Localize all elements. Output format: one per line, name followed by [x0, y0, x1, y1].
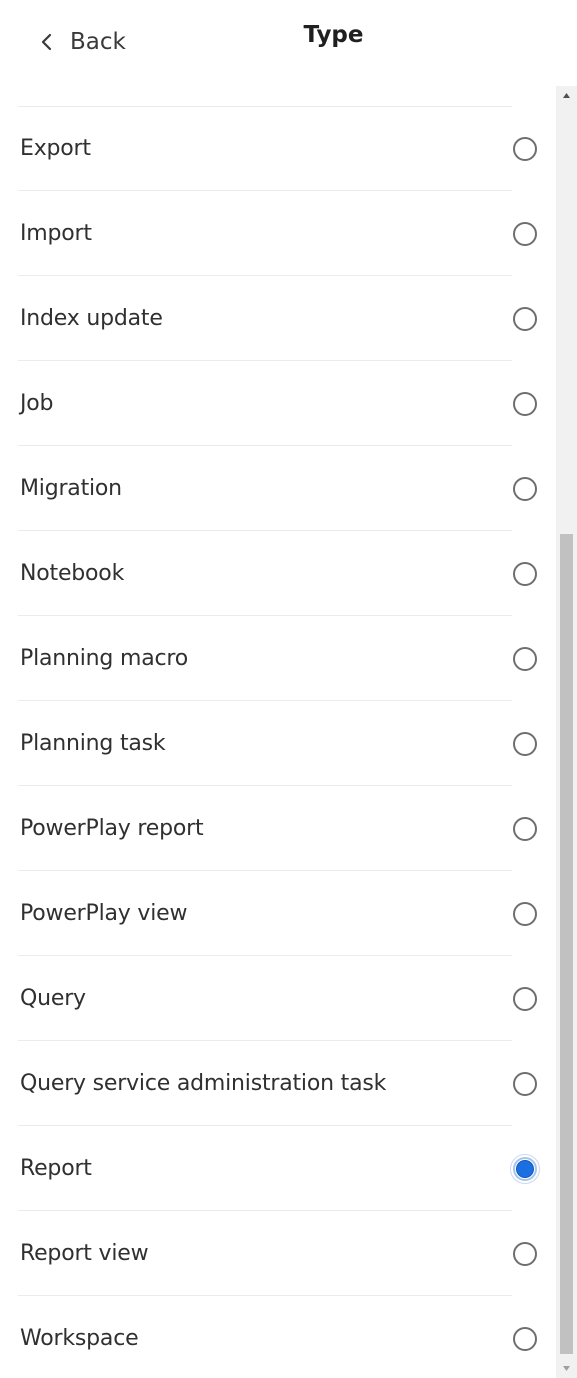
radio-button[interactable] [513, 391, 537, 416]
list-item-label: Job [20, 391, 54, 416]
list-item-label: Report [20, 1156, 92, 1181]
list-item[interactable]: Export [0, 106, 556, 191]
list-item[interactable]: Planning macro [0, 616, 556, 701]
list-item[interactable]: Report view [0, 1211, 556, 1296]
radio-button[interactable] [513, 136, 537, 161]
back-button[interactable]: Back [38, 26, 126, 58]
vertical-scrollbar[interactable] [556, 86, 577, 1378]
header: Back Type [0, 0, 577, 86]
list-item-label: Import [20, 221, 92, 246]
list-item[interactable]: Query [0, 956, 556, 1041]
radio-button[interactable] [513, 901, 537, 926]
radio-button[interactable] [513, 561, 537, 586]
list-item-label: Index update [20, 306, 163, 331]
list-item-label: Planning task [20, 731, 166, 756]
list-item-label: Migration [20, 476, 122, 501]
list-item-label: Query [20, 986, 86, 1011]
radio-button[interactable] [513, 1326, 537, 1351]
list-item-label: Workspace [20, 1326, 139, 1351]
radio-button[interactable] [513, 646, 537, 671]
triangle-up-icon[interactable] [556, 86, 577, 104]
list-item-label: Export [20, 136, 91, 161]
radio-button[interactable] [513, 731, 537, 756]
list-item[interactable]: PowerPlay view [0, 871, 556, 956]
list-item-label: Planning macro [20, 646, 188, 671]
list-item[interactable]: Workspace [0, 1296, 556, 1378]
list-item-label: PowerPlay report [20, 816, 204, 841]
list-item[interactable]: Notebook [0, 531, 556, 616]
chevron-left-icon [41, 33, 52, 51]
list-item[interactable]: Planning task [0, 701, 556, 786]
radio-button[interactable] [513, 1071, 537, 1096]
radio-button[interactable] [513, 1241, 537, 1266]
type-list: Export Import Index update Job Migration… [0, 106, 556, 1378]
list-item-selected[interactable]: Report [0, 1126, 556, 1211]
radio-button-checked[interactable] [510, 1153, 540, 1184]
radio-button[interactable] [513, 986, 537, 1011]
list-item-label: PowerPlay view [20, 901, 188, 926]
list-item[interactable]: Import [0, 191, 556, 276]
list-item-label: Report view [20, 1241, 149, 1266]
list-item-label: Notebook [20, 561, 125, 586]
radio-button[interactable] [513, 221, 537, 246]
list-item[interactable]: PowerPlay report [0, 786, 556, 871]
radio-button[interactable] [513, 306, 537, 331]
back-label: Back [70, 29, 126, 55]
list-item[interactable]: Index update [0, 276, 556, 361]
radio-button[interactable] [513, 816, 537, 841]
list-item[interactable]: Migration [0, 446, 556, 531]
radio-button[interactable] [513, 476, 537, 501]
list-item-label: Query service administration task [20, 1071, 387, 1096]
list-item[interactable]: Query service administration task [0, 1041, 556, 1126]
triangle-down-icon[interactable] [556, 1360, 577, 1378]
type-list-viewport[interactable]: Export Import Index update Job Migration… [0, 86, 556, 1378]
list-item[interactable]: Job [0, 361, 556, 446]
scrollbar-thumb[interactable] [560, 534, 573, 1354]
